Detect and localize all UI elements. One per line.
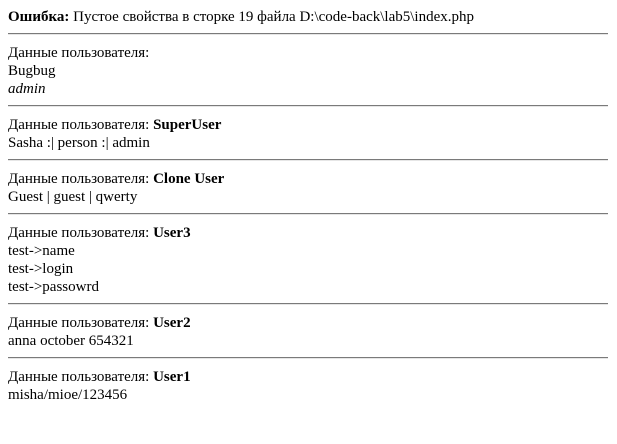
error-text: Пустое свойства в сторке 19 файла D:\cod… bbox=[69, 9, 474, 25]
divider bbox=[8, 303, 608, 305]
user-block-5: Данные пользователя: User1 misha/mioe/12… bbox=[8, 368, 609, 404]
divider bbox=[8, 159, 608, 161]
user-line: anna october 654321 bbox=[8, 333, 134, 349]
user-line: test->passowrd bbox=[8, 279, 99, 295]
user-heading: Данные пользователя: User1 bbox=[8, 368, 609, 386]
user-block-0: Данные пользователя: Bugbug admin bbox=[8, 44, 609, 98]
user-line: Sasha :| person :| admin bbox=[8, 135, 150, 151]
user-role: admin bbox=[8, 80, 609, 98]
user-heading: Данные пользователя: User2 bbox=[8, 314, 609, 332]
user-heading: Данные пользователя: Clone User bbox=[8, 170, 609, 188]
user-block-3: Данные пользователя: User3 test->name te… bbox=[8, 224, 609, 296]
divider bbox=[8, 33, 608, 35]
user-class-name: User1 bbox=[153, 369, 191, 385]
user-class-name: User2 bbox=[153, 315, 191, 331]
user-line: Guest | guest | qwerty bbox=[8, 189, 138, 205]
user-heading: Данные пользователя: User3 bbox=[8, 224, 609, 242]
user-heading: Данные пользователя: SuperUser bbox=[8, 116, 609, 134]
user-line: test->name bbox=[8, 243, 75, 259]
divider bbox=[8, 105, 608, 107]
page-body: Ошибка: Пустое свойства в сторке 19 файл… bbox=[0, 0, 617, 404]
divider bbox=[8, 213, 608, 215]
user-label: Данные пользователя: bbox=[8, 171, 150, 187]
user-label: Данные пользователя: bbox=[8, 369, 150, 385]
user-label: Данные пользователя: bbox=[8, 315, 150, 331]
divider bbox=[8, 357, 608, 359]
user-class-name: Clone User bbox=[153, 171, 225, 187]
user-heading: Данные пользователя: bbox=[8, 44, 609, 62]
error-message: Ошибка: Пустое свойства в сторке 19 файл… bbox=[8, 8, 609, 26]
user-line: misha/mioe/123456 bbox=[8, 387, 128, 403]
user-label: Данные пользователя: bbox=[8, 45, 150, 61]
user-line: test->login bbox=[8, 261, 74, 277]
user-block-1: Данные пользователя: SuperUser Sasha :| … bbox=[8, 116, 609, 152]
user-class-name: SuperUser bbox=[153, 117, 222, 133]
user-block-4: Данные пользователя: User2 anna october … bbox=[8, 314, 609, 350]
user-role-text: admin bbox=[8, 81, 46, 97]
user-class-name: User3 bbox=[153, 225, 191, 241]
user-block-2: Данные пользователя: Clone User Guest | … bbox=[8, 170, 609, 206]
user-line: Bugbug bbox=[8, 63, 56, 79]
error-label: Ошибка: bbox=[8, 9, 70, 25]
user-label: Данные пользователя: bbox=[8, 117, 150, 133]
user-label: Данные пользователя: bbox=[8, 225, 150, 241]
